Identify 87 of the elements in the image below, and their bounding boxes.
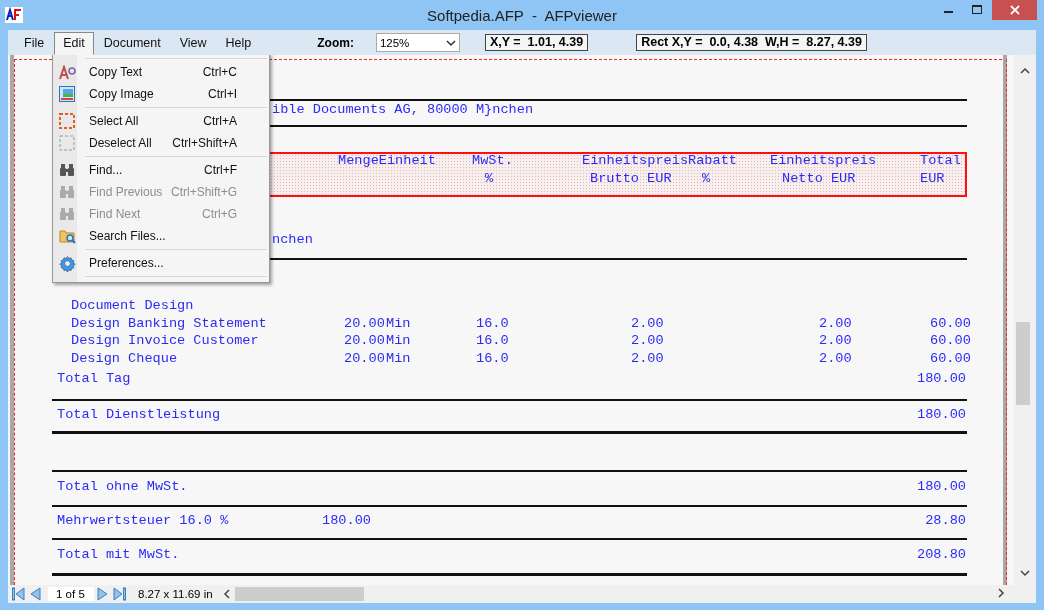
- zoom-label: Zoom:: [317, 35, 354, 50]
- vat-text: 16.0: [476, 333, 509, 349]
- base-amount: 180.00: [322, 513, 371, 529]
- page-size-text: 8.27 x 11.69 in: [138, 588, 214, 600]
- first-page-icon[interactable]: [12, 587, 25, 601]
- menu-item[interactable]: Edit: [54, 32, 94, 55]
- close-icon: [1009, 5, 1020, 15]
- total-text: 60.00: [930, 351, 971, 367]
- unit-text: Min: [386, 351, 411, 367]
- column-header: Einheitspreis: [770, 153, 877, 169]
- total-text: 60.00: [930, 333, 971, 349]
- quantity-text: 20.00: [344, 351, 385, 367]
- city-text: nchen: [272, 232, 313, 248]
- menu-entry[interactable]: Select All Ctrl+A: [55, 110, 267, 132]
- menu-entry[interactable]: Copy Image Ctrl+I: [55, 83, 267, 105]
- window-title: Softpedia.AFP - AFPviewer: [427, 6, 617, 24]
- menu-item[interactable]: Document: [94, 32, 170, 55]
- menu-entry[interactable]: Search Files...: [55, 225, 267, 247]
- page-field[interactable]: 1 of 5: [48, 587, 94, 601]
- total-label: Total Dienstleistung: [57, 407, 221, 423]
- maximize-icon: [971, 5, 983, 15]
- total-label: Mehrwertsteuer 16.0 %: [57, 513, 229, 529]
- column-header: EinheitspreisRabatt: [582, 153, 737, 169]
- folder-search-icon: [58, 228, 76, 244]
- total-label: Total ohne MwSt.: [57, 479, 188, 495]
- total-label: Total Tag: [57, 371, 131, 387]
- menu-entry[interactable]: Deselect All Ctrl+Shift+A: [55, 132, 267, 154]
- total-amount: 28.80: [925, 513, 966, 529]
- menu-item[interactable]: View: [170, 32, 216, 55]
- column-header: EUR: [920, 171, 945, 187]
- app-logo: [5, 7, 23, 23]
- vat-text: 16.0: [476, 316, 509, 332]
- menu-entry[interactable]: Copy Text Ctrl+C: [55, 61, 267, 83]
- previous-page-icon[interactable]: [29, 587, 42, 601]
- vat-text: 16.0: [476, 351, 509, 367]
- price-text: 2.00: [819, 333, 852, 349]
- scroll-left-icon[interactable]: [222, 589, 232, 599]
- binoculars-icon: [59, 207, 75, 221]
- price-text: 2.00: [631, 351, 664, 367]
- menu-item[interactable]: Help: [216, 32, 261, 55]
- unit-text: Min: [386, 333, 411, 349]
- caret-icon: [445, 38, 456, 47]
- gear-icon: [58, 254, 76, 272]
- group-title: Document Design: [71, 298, 194, 314]
- binoculars-icon: [59, 163, 75, 177]
- price-text: 2.00: [631, 333, 664, 349]
- selection-readout: Rect X,Y = 0.0, 4.38 W,H = 8.27, 4.39: [636, 34, 867, 51]
- total-label: Total mit MwSt.: [57, 547, 180, 563]
- next-page-icon[interactable]: [96, 587, 109, 601]
- dashed-square-icon: [59, 113, 75, 129]
- item-name: Design Cheque: [71, 351, 178, 367]
- total-amount: 180.00: [917, 371, 966, 387]
- quantity-text: 20.00: [344, 316, 385, 332]
- total-amount: 180.00: [917, 407, 966, 423]
- total-amount: 208.80: [917, 547, 966, 563]
- font-icon: [58, 64, 76, 80]
- column-header: Netto EUR: [782, 171, 856, 187]
- scroll-down-icon[interactable]: [1020, 568, 1030, 578]
- column-header: Brutto EUR: [590, 171, 672, 187]
- picture-icon: [59, 86, 75, 102]
- unit-text: Min: [386, 316, 411, 332]
- column-header: %: [702, 171, 711, 187]
- column-header: MengeEinheit: [338, 153, 436, 169]
- scroll-right-icon[interactable]: [996, 588, 1006, 598]
- scrollbar-thumb[interactable]: [1016, 322, 1030, 405]
- price-text: 2.00: [819, 351, 852, 367]
- total-amount: 180.00: [917, 479, 966, 495]
- menu-entry[interactable]: Preferences...: [55, 252, 267, 274]
- last-page-icon[interactable]: [113, 587, 126, 601]
- cursor-readout: X,Y = 1.01, 4.39: [484, 34, 589, 51]
- quantity-text: 20.00: [344, 333, 385, 349]
- column-header: MwSt.: [472, 153, 513, 169]
- column-header: %: [485, 171, 494, 187]
- menu-entry[interactable]: Find... Ctrl+F: [55, 159, 267, 181]
- scroll-up-icon[interactable]: [1020, 66, 1030, 76]
- column-header: Total: [920, 153, 961, 169]
- total-text: 60.00: [930, 316, 971, 332]
- scrollbar-thumb[interactable]: [235, 587, 364, 601]
- address-text: ible Documents AG, 80000 M}nchen: [272, 102, 534, 118]
- price-text: 2.00: [631, 316, 664, 332]
- dashed-square-icon: [59, 135, 75, 151]
- menu-item[interactable]: File: [15, 32, 54, 55]
- zoom-dropdown[interactable]: 125%: [375, 33, 460, 52]
- item-name: Design Banking Statement: [71, 316, 267, 332]
- item-name: Design Invoice Customer: [71, 333, 259, 349]
- price-text: 2.00: [819, 316, 852, 332]
- binoculars-icon: [59, 185, 75, 199]
